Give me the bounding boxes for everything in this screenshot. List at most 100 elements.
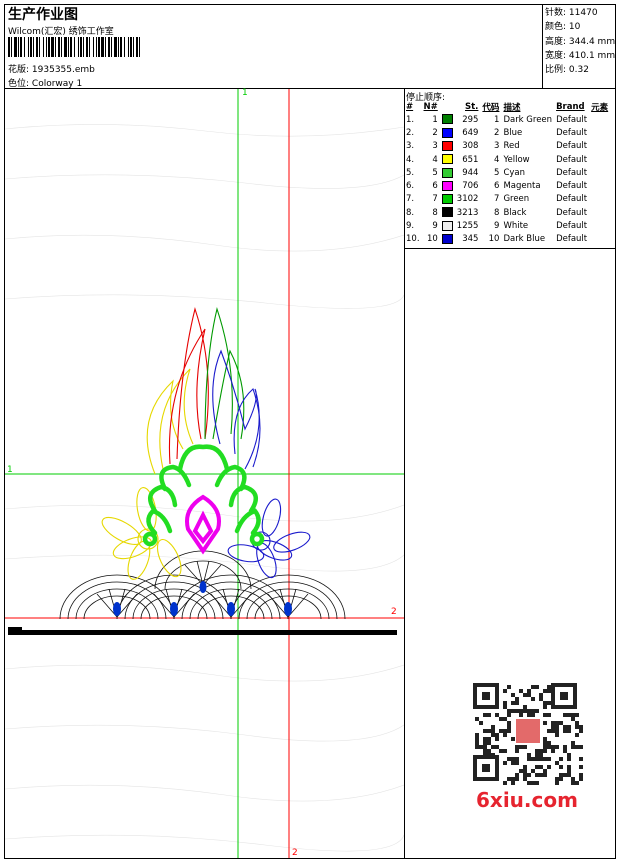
table-row[interactable]: 6. 6 706 6 Magenta Default (404, 179, 610, 192)
row-index: 2. (406, 127, 415, 138)
table-row[interactable]: 9. 9 1255 9 White Default (404, 219, 610, 232)
row-needle: 3 (432, 141, 438, 152)
row-element (589, 140, 610, 153)
col-swatch (440, 101, 455, 113)
row-stitches: 651 (462, 154, 479, 165)
row-description: Dark Blue (503, 234, 546, 245)
row-code: 6 (494, 181, 500, 192)
col-description: 描述 (503, 103, 521, 113)
row-element (589, 206, 610, 219)
fabric-texture (5, 124, 404, 852)
row-element (589, 219, 610, 232)
color-swatch (441, 180, 453, 191)
col-stitches: St. (465, 102, 479, 112)
row-swatch (440, 193, 455, 206)
row-element (589, 193, 610, 206)
color-stop-table: # N# St. 代码 描述 Brand 元素 1. 1 295 1 Dark Gree… (404, 101, 610, 246)
row-needle: 4 (432, 154, 438, 165)
row-stitches: 3213 (456, 207, 479, 218)
color-swatch (441, 194, 453, 205)
row-description: Magenta (503, 181, 541, 192)
green-guide-label-left: 1 (7, 465, 13, 475)
row-code: 7 (494, 194, 500, 205)
table-row[interactable]: 10. 10 345 10 Dark Blue Default (404, 233, 610, 246)
col-index: # (406, 102, 414, 112)
row-index: 1. (406, 114, 415, 125)
row-description: Red (503, 141, 520, 152)
row-swatch (440, 179, 455, 192)
color-swatch (441, 127, 453, 138)
table-row[interactable]: 5. 5 944 5 Cyan Default (404, 166, 610, 179)
row-stitches: 944 (462, 167, 479, 178)
table-row[interactable]: 8. 8 3213 8 Black Default (404, 206, 610, 219)
row-needle: 10 (426, 234, 438, 245)
row-index: 9. (406, 221, 415, 232)
stitches-label: 针数: (545, 8, 567, 18)
table-header-row: # N# St. 代码 描述 Brand 元素 (404, 101, 610, 113)
row-stitches: 1255 (456, 221, 479, 232)
row-brand: Default (556, 141, 588, 152)
row-swatch (440, 126, 455, 139)
color-swatch (441, 220, 453, 231)
table-row[interactable]: 3. 3 308 3 Red Default (404, 140, 610, 153)
row-swatch (440, 153, 455, 166)
row-stitches: 295 (462, 114, 479, 125)
color-swatch (441, 140, 453, 151)
row-index: 3. (406, 141, 415, 152)
design-filename: 1935355.emb (31, 65, 95, 75)
row-swatch (440, 113, 455, 126)
red-guide-label-bottom: 2 (292, 848, 298, 858)
red-guide-label-right: 2 (391, 607, 397, 617)
row-description: Cyan (503, 167, 525, 178)
row-swatch (440, 140, 455, 153)
row-stitches: 649 (462, 127, 479, 138)
design-label: 花版: (8, 65, 30, 75)
table-row[interactable]: 4. 4 651 4 Yellow Default (404, 153, 610, 166)
row-description: Black (503, 207, 527, 218)
site-logo[interactable]: 6xiu.com (476, 788, 578, 812)
stats-divider (542, 5, 543, 89)
row-brand: Default (556, 207, 588, 218)
table-row[interactable]: 1. 1 295 1 Dark Green Default (404, 113, 610, 126)
scale-value: 0.32 (568, 65, 589, 76)
row-needle: 2 (432, 127, 438, 138)
row-needle: 6 (432, 181, 438, 192)
magenta-bud (185, 494, 221, 555)
row-stitches: 345 (462, 234, 479, 245)
row-index: 4. (406, 154, 415, 165)
blue-flower (227, 498, 311, 579)
design-stats: 针数: 11470 颜色: 10 高度: 344.4 mm 宽度: 410.1 … (545, 6, 615, 77)
row-swatch (440, 219, 455, 232)
row-code: 3 (494, 141, 500, 152)
row-brand: Default (556, 154, 588, 165)
row-brand: Default (556, 167, 588, 178)
row-element (589, 166, 610, 179)
row-brand: Default (556, 194, 588, 205)
row-code: 9 (494, 221, 500, 232)
row-element (589, 153, 610, 166)
green-guide-label-top: 1 (242, 88, 248, 98)
row-needle: 8 (432, 207, 438, 218)
colors-label: 颜色: (545, 22, 567, 33)
col-needle: N# (423, 102, 438, 112)
row-brand: Default (556, 234, 588, 245)
table-row[interactable]: 7. 7 3102 7 Green Default (404, 193, 610, 206)
color-swatch (441, 114, 453, 125)
row-swatch (440, 166, 455, 179)
row-swatch (440, 206, 455, 219)
row-brand: Default (556, 114, 588, 125)
flame-leaves (146, 307, 261, 475)
design-file-row: 花版: 1935355.emb (8, 62, 95, 75)
row-code: 8 (494, 207, 500, 218)
software-subtitle: Wilcom(汇宏) 绣饰工作室 (8, 27, 114, 37)
width-value: 410.1 mm (568, 50, 616, 61)
row-stitches: 706 (462, 181, 479, 192)
design-canvas[interactable] (5, 89, 404, 858)
colors-value: 10 (568, 22, 581, 33)
row-swatch (440, 233, 455, 246)
row-brand: Default (556, 181, 588, 192)
row-index: 8. (406, 207, 415, 218)
color-swatch (441, 154, 453, 165)
table-row[interactable]: 2. 2 649 2 Blue Default (404, 126, 610, 139)
row-needle: 5 (432, 167, 438, 178)
